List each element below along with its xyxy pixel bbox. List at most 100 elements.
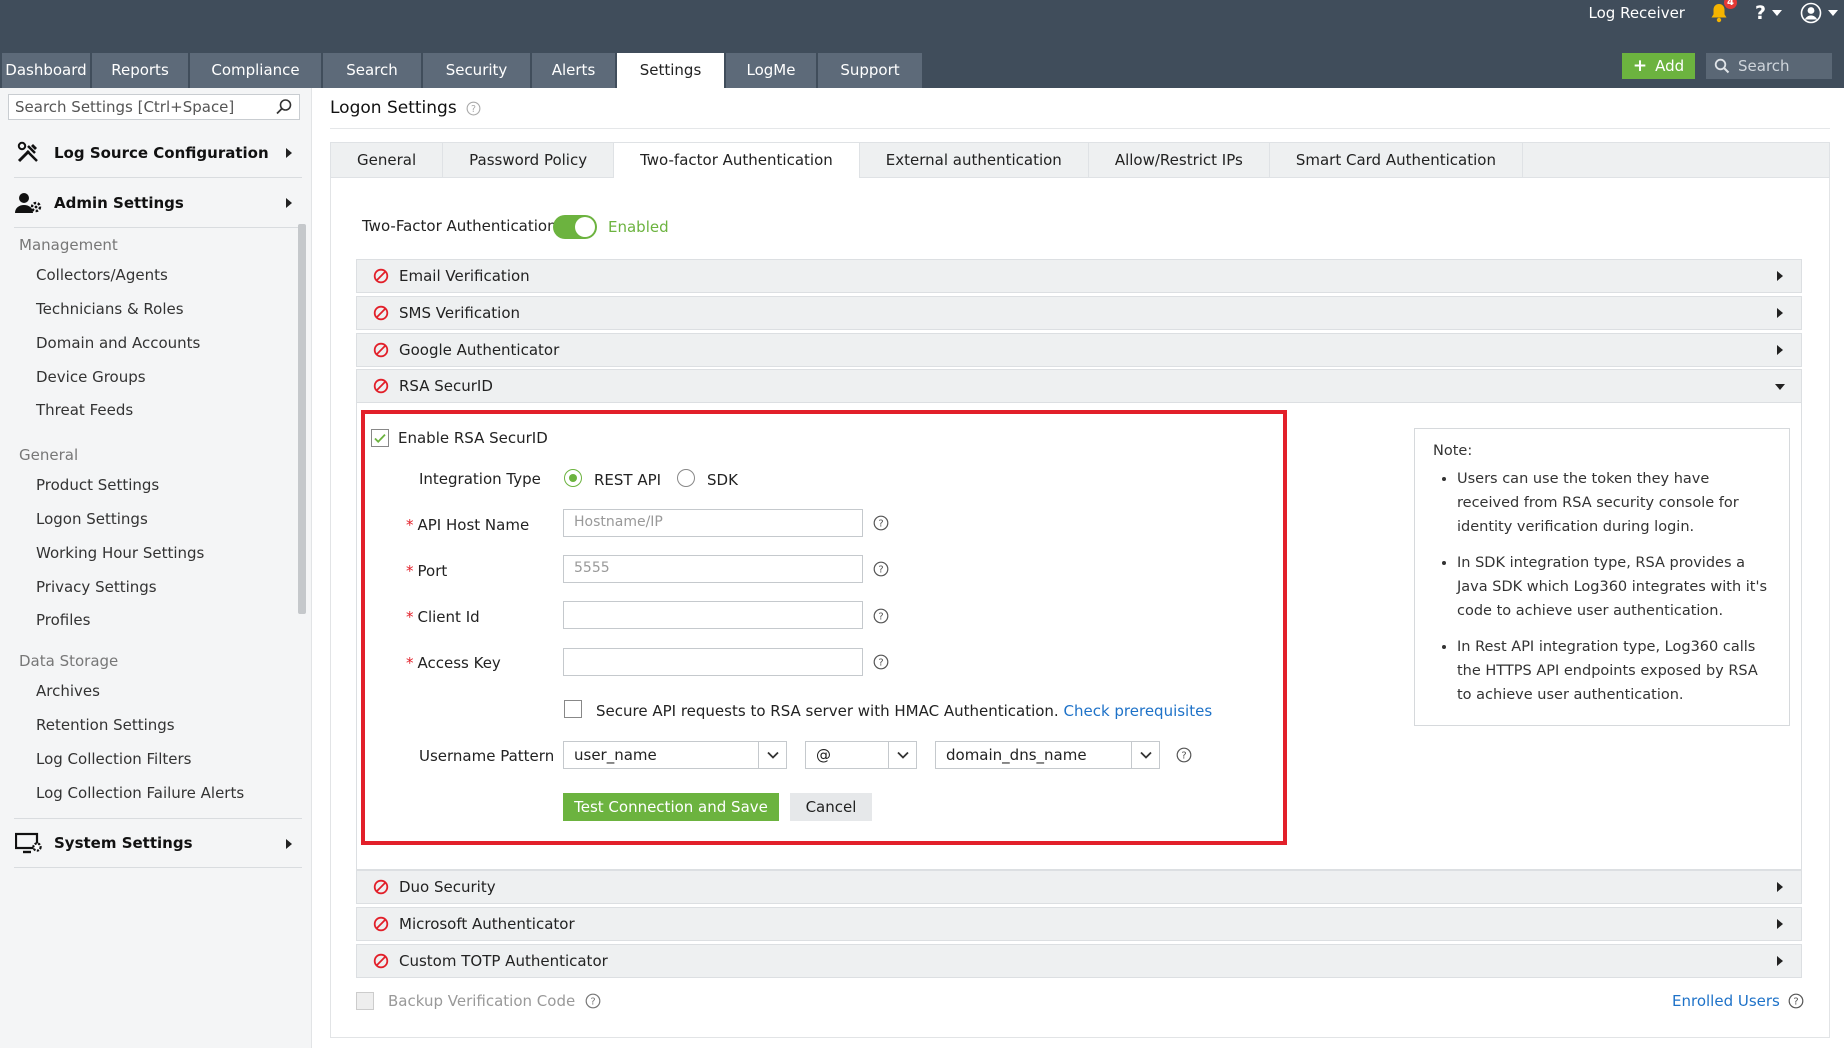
tab-dashboard[interactable]: Dashboard (2, 53, 90, 88)
api-host-input[interactable]: Hostname/IP (563, 509, 863, 537)
tab-compliance[interactable]: Compliance (190, 53, 321, 88)
admin-user-gear-icon (14, 190, 44, 216)
disabled-icon (373, 268, 389, 284)
notification-bell-icon[interactable]: 4 (1709, 0, 1737, 24)
tab-search[interactable]: Search (323, 53, 421, 88)
accordion-label: RSA SecurID (399, 377, 493, 395)
help-icon[interactable]: ? (873, 608, 889, 624)
help-icon[interactable]: ? (1176, 747, 1192, 763)
subtab-two-factor-authentication[interactable]: Two-factor Authentication (614, 143, 860, 178)
sidebar-item-product-settings[interactable]: Product Settings (36, 476, 159, 494)
title-divider (330, 128, 1830, 129)
search-icon (1714, 58, 1730, 74)
accordion-email-verification[interactable]: Email Verification (356, 259, 1802, 293)
sidebar-item-working-hour-settings[interactable]: Working Hour Settings (36, 544, 204, 562)
logon-settings-tabs: General Password Policy Two-factor Authe… (330, 142, 1830, 178)
separator-select[interactable]: @ (805, 741, 917, 769)
sidebar-item-domain-accounts[interactable]: Domain and Accounts (36, 334, 200, 352)
port-placeholder: 5555 (574, 560, 610, 576)
sidebar-item-profiles[interactable]: Profiles (36, 611, 90, 629)
accordion-rsa-securid[interactable]: RSA SecurID (356, 369, 1802, 403)
accordion-microsoft-authenticator[interactable]: Microsoft Authenticator (356, 907, 1802, 941)
note-list: Users can use the token they have receiv… (1433, 467, 1771, 707)
help-chevron-down-icon[interactable] (1772, 10, 1782, 16)
help-icon[interactable]: ? (1755, 2, 1766, 24)
help-icon[interactable]: ? (585, 993, 601, 1009)
required-marker: * (406, 654, 414, 672)
test-connection-save-button[interactable]: Test Connection and Save (563, 793, 779, 821)
main-nav-tabs: Dashboard Reports Compliance Search Secu… (2, 53, 924, 88)
port-input[interactable]: 5555 (563, 555, 863, 583)
help-icon[interactable]: ? (873, 515, 889, 531)
tab-logme[interactable]: LogMe (726, 53, 816, 88)
access-key-input[interactable] (563, 648, 863, 676)
log-receiver-link[interactable]: Log Receiver (1589, 4, 1685, 22)
backup-verification-checkbox[interactable] (356, 992, 374, 1010)
tab-settings[interactable]: Settings (617, 53, 724, 88)
check-prerequisites-link[interactable]: Check prerequisites (1063, 702, 1212, 720)
accordion-custom-totp-authenticator[interactable]: Custom TOTP Authenticator (356, 944, 1802, 978)
hmac-checkbox[interactable] (564, 700, 582, 718)
sidebar-item-device-groups[interactable]: Device Groups (36, 368, 146, 386)
sidebar-item-log-collection-failure-alerts[interactable]: Log Collection Failure Alerts (36, 784, 244, 802)
sidebar-group-log-source-configuration[interactable]: Log Source Configuration (14, 128, 302, 178)
sidebar-item-collectors-agents[interactable]: Collectors/Agents (36, 266, 168, 284)
help-icon[interactable]: ? (873, 654, 889, 670)
sidebar-group-admin-settings[interactable]: Admin Settings (14, 178, 302, 228)
help-icon[interactable]: ? (873, 561, 889, 577)
tab-security[interactable]: Security (423, 53, 530, 88)
radio-sdk[interactable] (677, 469, 695, 487)
sidebar-item-archives[interactable]: Archives (36, 682, 100, 700)
sidebar-item-logon-settings[interactable]: Logon Settings (36, 510, 148, 528)
tfa-toggle[interactable] (553, 215, 597, 239)
accordion-google-authenticator[interactable]: Google Authenticator (356, 333, 1802, 367)
subtab-password-policy[interactable]: Password Policy (443, 143, 615, 178)
sidebar-item-privacy-settings[interactable]: Privacy Settings (36, 578, 157, 596)
tab-support[interactable]: Support (818, 53, 922, 88)
api-host-label: * API Host Name (406, 516, 529, 534)
note-box: Note: Users can use the token they have … (1414, 428, 1790, 726)
sidebar-item-technicians-roles[interactable]: Technicians & Roles (36, 300, 184, 318)
notification-count-badge: 4 (1723, 0, 1737, 9)
domain-field-value: domain_dns_name (946, 746, 1087, 764)
svg-text:?: ? (878, 658, 883, 669)
subtab-general[interactable]: General (331, 143, 444, 178)
tab-reports[interactable]: Reports (92, 53, 188, 88)
sidebar-group-system-settings[interactable]: System Settings (14, 818, 302, 868)
radio-rest-api[interactable] (564, 469, 582, 487)
username-field-select[interactable]: user_name (563, 741, 787, 769)
subtab-external-authentication[interactable]: External authentication (860, 143, 1089, 178)
accordion-duo-security[interactable]: Duo Security (356, 870, 1802, 904)
subtab-smart-card-authentication[interactable]: Smart Card Authentication (1270, 143, 1523, 178)
sidebar-group-label: Log Source Configuration (54, 143, 269, 162)
subtab-allow-restrict-ips[interactable]: Allow/Restrict IPs (1089, 143, 1270, 178)
username-field-value: user_name (574, 746, 657, 764)
enable-rsa-checkbox[interactable] (371, 429, 389, 447)
accordion-sms-verification[interactable]: SMS Verification (356, 296, 1802, 330)
sidebar-scrollbar[interactable] (298, 224, 306, 614)
sidebar-item-threat-feeds[interactable]: Threat Feeds (36, 401, 133, 419)
client-id-label-text: Client Id (417, 608, 480, 626)
plus-icon: + (1632, 56, 1648, 76)
tab-alerts[interactable]: Alerts (532, 53, 615, 88)
tools-icon (14, 140, 44, 166)
client-id-input[interactable] (563, 601, 863, 629)
sdk-label: SDK (707, 471, 738, 489)
enrolled-users-link[interactable]: Enrolled Users (1672, 992, 1780, 1010)
tfa-label: Two-Factor Authentication (362, 217, 557, 235)
user-chevron-down-icon[interactable] (1828, 10, 1838, 16)
top-header: Log Receiver 4 ? Dashboard Reports Compl… (0, 0, 1844, 88)
sidebar-group-label: Admin Settings (54, 193, 184, 212)
sidebar-item-retention-settings[interactable]: Retention Settings (36, 716, 175, 734)
user-avatar-icon[interactable] (1800, 2, 1822, 24)
sidebar-item-log-collection-filters[interactable]: Log Collection Filters (36, 750, 192, 768)
help-icon[interactable]: ? (1788, 993, 1804, 1009)
cancel-button[interactable]: Cancel (790, 793, 872, 821)
chevron-right-icon (1777, 308, 1783, 318)
note-item: In Rest API integration type, Log360 cal… (1457, 635, 1771, 707)
add-button[interactable]: + Add (1622, 53, 1695, 79)
domain-field-select[interactable]: domain_dns_name (935, 741, 1160, 769)
global-search-input[interactable]: Search (1706, 53, 1832, 79)
settings-search-input[interactable]: Search Settings [Ctrl+Space] (8, 94, 300, 120)
help-icon[interactable]: ? (466, 101, 481, 116)
